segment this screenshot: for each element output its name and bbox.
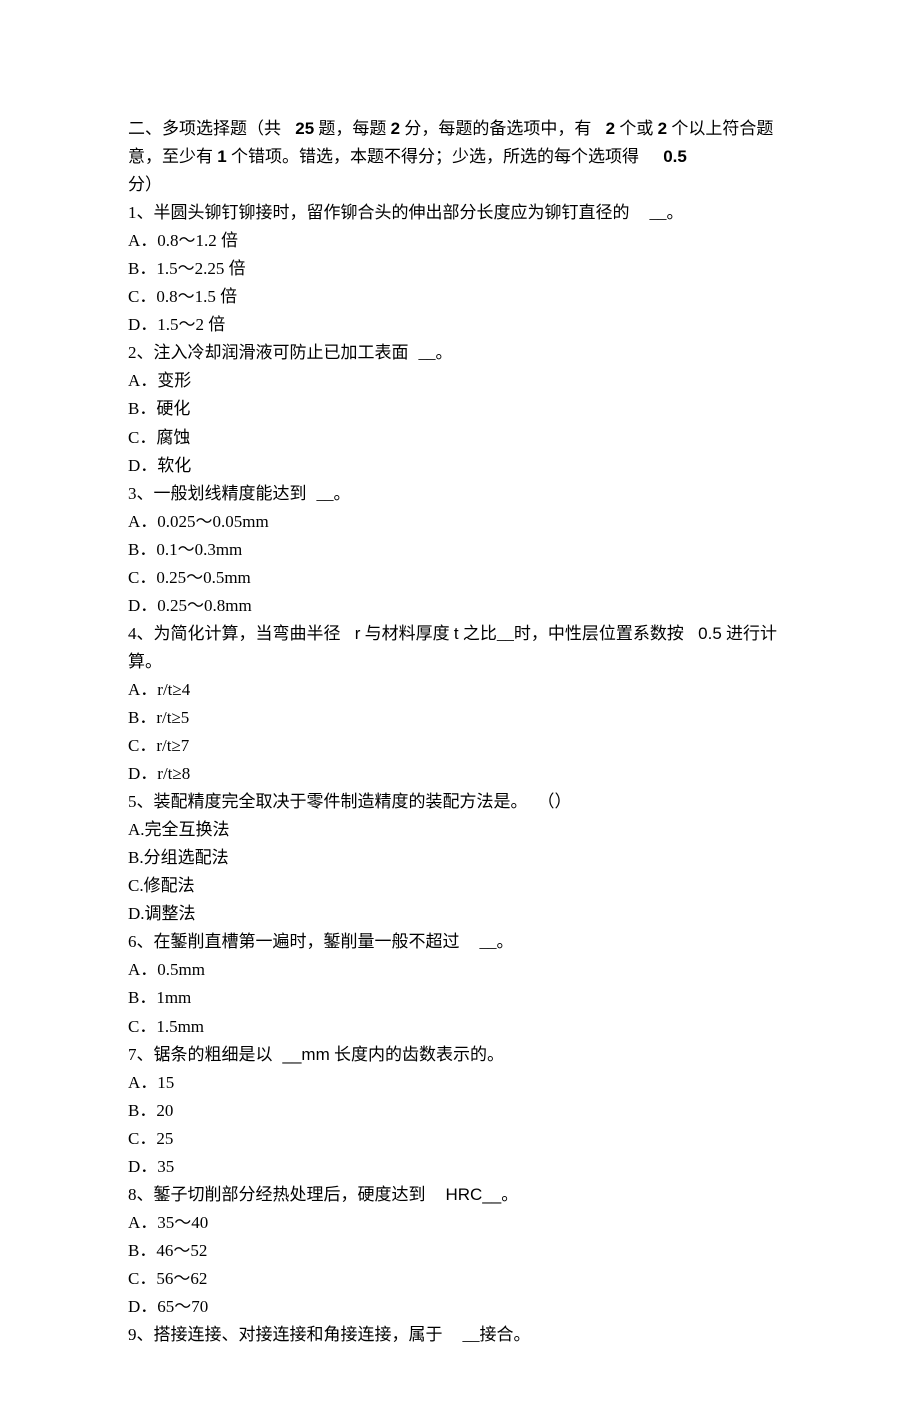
question-4-prompt: 4、为简化计算，当弯曲半径 r 与材料厚度 t 之比__时，中性层位置系数按 0… xyxy=(128,620,792,676)
question-1: 1、半圆头铆钉铆接时，留作铆合头的伸出部分长度应为铆钉直径的 __。 A．0.8～… xyxy=(128,199,792,339)
question-7: 7、锯条的粗细是以__mm 长度内的齿数表示的。 A．15 B．20 C．25 … xyxy=(128,1041,792,1181)
q7-mm: __mm xyxy=(283,1045,330,1064)
q6-option-c: C．1.5mm xyxy=(128,1013,792,1041)
q1-text-a: 1、半圆头铆钉铆接时，留作铆合头的伸出部分长度应为铆钉直径的 xyxy=(128,203,630,222)
q3-option-d: D．0.25～0.8mm xyxy=(128,592,792,620)
section-text-2: 题，每题 xyxy=(318,119,386,138)
q7-text-c: 长度内的齿数表示的。 xyxy=(334,1045,504,1064)
q6-text-a: 6、在錾削直槽第一遍时，錾削量一般不超过 xyxy=(128,932,460,951)
section-min-correct-2: 2 xyxy=(658,119,667,138)
q7-option-a: A．15 xyxy=(128,1069,792,1097)
q5-option-a: A.完全互换法 xyxy=(128,816,792,844)
section-count: 25 xyxy=(295,119,314,138)
section-partial: 0.5 xyxy=(663,147,687,166)
q8-text-a: 8、錾子切削部分经热处理后，硬度达到 xyxy=(128,1185,426,1204)
question-8-prompt: 8、錾子切削部分经热处理后，硬度达到 HRC__。 xyxy=(128,1181,792,1209)
q3-option-b: B．0.1～0.3mm xyxy=(128,536,792,564)
q9-blank: __接合。 xyxy=(463,1325,531,1344)
q4-text-c: 之比__时，中性层位置系数按 xyxy=(463,624,684,643)
q6-option-a: A．0.5mm xyxy=(128,956,792,984)
question-3-prompt: 3、一般划线精度能达到 __。 xyxy=(128,480,792,508)
q1-option-b: B．1.5～2.25 倍 xyxy=(128,255,792,283)
q7-option-d: D．35 xyxy=(128,1153,792,1181)
q3-option-c: C．0.25～0.5mm xyxy=(128,564,792,592)
q8-option-b: B．46～52 xyxy=(128,1237,792,1265)
question-9: 9、搭接连接、对接连接和角接连接，属于 __接合。 xyxy=(128,1321,792,1349)
q8-option-d: D．65～70 xyxy=(128,1293,792,1321)
q2-text-a: 2、注入冷却润滑液可防止已加工表面 xyxy=(128,343,409,362)
question-9-prompt: 9、搭接连接、对接连接和角接连接，属于 __接合。 xyxy=(128,1321,792,1349)
q4-option-c: C．r/t≥7 xyxy=(128,732,792,760)
q1-option-d: D．1.5～2 倍 xyxy=(128,311,792,339)
q7-text-a: 7、锯条的粗细是以 xyxy=(128,1045,273,1064)
q5-paren: （） xyxy=(538,792,572,811)
q7-option-b: B．20 xyxy=(128,1097,792,1125)
q8-option-a: A．35～40 xyxy=(128,1209,792,1237)
section-text-6: 个错项。错选，本题不得分；少选，所选的每个选项得 xyxy=(231,147,639,166)
q4-r: r xyxy=(355,624,361,643)
q8-option-c: C．56～62 xyxy=(128,1265,792,1293)
q5-option-b: B.分组选配法 xyxy=(128,844,792,872)
q8-hrc: HRC__ xyxy=(446,1185,502,1204)
section-header: 二、多项选择题（共 25 题，每题 2 分，每题的备选项中，有 2 个或 2 个… xyxy=(128,115,792,199)
q2-option-b: B．硬化 xyxy=(128,395,792,423)
q1-blank: __。 xyxy=(650,203,684,222)
question-4: 4、为简化计算，当弯曲半径 r 与材料厚度 t 之比__时，中性层位置系数按 0… xyxy=(128,620,792,788)
q2-blank: __。 xyxy=(419,343,453,362)
q1-option-a: A．0.8～1.2 倍 xyxy=(128,227,792,255)
q4-option-b: B．r/t≥5 xyxy=(128,704,792,732)
question-5: 5、装配精度完全取决于零件制造精度的装配方法是。 （） A.完全互换法 B.分组选… xyxy=(128,788,792,928)
q9-text-a: 9、搭接连接、对接连接和角接连接，属于 xyxy=(128,1325,443,1344)
section-text-4: 个或 xyxy=(619,119,653,138)
q5-option-c: C.修配法 xyxy=(128,872,792,900)
question-6: 6、在錾削直槽第一遍时，錾削量一般不超过 __。 A．0.5mm B．1mm C．… xyxy=(128,928,792,1040)
q4-option-d: D．r/t≥8 xyxy=(128,760,792,788)
question-3: 3、一般划线精度能达到 __。 A．0.025～0.05mm B．0.1～0.3m… xyxy=(128,480,792,620)
question-2: 2、注入冷却润滑液可防止已加工表面 __。 A．变形 B．硬化 C．腐蚀 D．软化 xyxy=(128,339,792,479)
q2-option-a: A．变形 xyxy=(128,367,792,395)
section-text-1: 二、多项选择题（共 xyxy=(128,119,281,138)
q6-blank: __。 xyxy=(480,932,514,951)
q4-text-a: 4、为简化计算，当弯曲半径 xyxy=(128,624,341,643)
q8-text-c: 。 xyxy=(501,1185,518,1204)
q7-option-c: C．25 xyxy=(128,1125,792,1153)
question-6-prompt: 6、在錾削直槽第一遍时，錾削量一般不超过 __。 xyxy=(128,928,792,956)
q3-text-a: 3、一般划线精度能达到 xyxy=(128,484,307,503)
q2-option-c: C．腐蚀 xyxy=(128,424,792,452)
q5-text-a: 5、装配精度完全取决于零件制造精度的装配方法是。 xyxy=(128,792,528,811)
section-text-3: 分，每题的备选项中，有 xyxy=(404,119,591,138)
page: 二、多项选择题（共 25 题，每题 2 分，每题的备选项中，有 2 个或 2 个… xyxy=(0,0,920,1409)
question-2-prompt: 2、注入冷却润滑液可防止已加工表面 __。 xyxy=(128,339,792,367)
q2-option-d: D．软化 xyxy=(128,452,792,480)
q4-05: 0.5 xyxy=(698,624,722,643)
q1-option-c: C．0.8～1.5 倍 xyxy=(128,283,792,311)
section-min-correct: 2 xyxy=(606,119,615,138)
q4-option-a: A．r/t≥4 xyxy=(128,676,792,704)
section-wrong: 1 xyxy=(217,147,226,166)
q3-blank: __。 xyxy=(317,484,351,503)
question-8: 8、錾子切削部分经热处理后，硬度达到 HRC__。 A．35～40 B．46～52… xyxy=(128,1181,792,1321)
section-points: 2 xyxy=(391,119,400,138)
question-5-prompt: 5、装配精度完全取决于零件制造精度的装配方法是。 （） xyxy=(128,788,792,816)
q4-t: t xyxy=(454,624,459,643)
question-1-prompt: 1、半圆头铆钉铆接时，留作铆合头的伸出部分长度应为铆钉直径的 __。 xyxy=(128,199,792,227)
q6-option-b: B．1mm xyxy=(128,984,792,1012)
q5-option-d: D.调整法 xyxy=(128,900,792,928)
q3-option-a: A．0.025～0.05mm xyxy=(128,508,792,536)
q4-text-b: 与材料厚度 xyxy=(365,624,450,643)
section-text-7: 分） xyxy=(128,175,162,194)
question-7-prompt: 7、锯条的粗细是以 __mm 长度内的齿数表示的。 xyxy=(128,1041,792,1069)
